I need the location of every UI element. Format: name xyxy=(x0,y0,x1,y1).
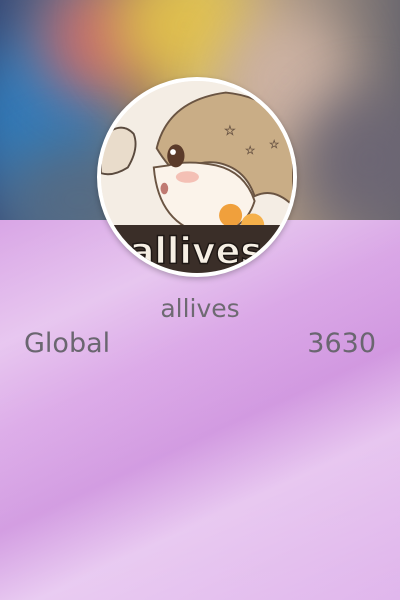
username: allives xyxy=(160,294,240,323)
avatar[interactable]: ☆ ☆ ☆ allives xyxy=(97,77,297,277)
svg-text:☆: ☆ xyxy=(269,137,279,151)
svg-text:☆: ☆ xyxy=(224,124,236,139)
profile-panel xyxy=(0,220,400,600)
ranking-label: Global xyxy=(24,328,111,359)
svg-text:☆: ☆ xyxy=(245,143,255,157)
ranking-value: 3630 xyxy=(307,328,376,359)
